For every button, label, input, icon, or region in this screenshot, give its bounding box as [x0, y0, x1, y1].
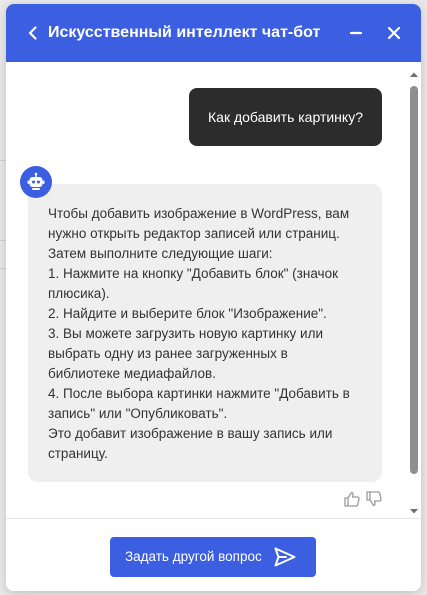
scroll-down-arrow-icon[interactable] — [407, 504, 421, 518]
robot-icon — [27, 172, 45, 190]
send-icon — [274, 547, 296, 567]
bot-message-line: 3. Вы можете загрузить новую картинку ил… — [48, 326, 323, 341]
ask-button-label: Задать другой вопрос — [125, 549, 262, 564]
thumbs-down-icon — [366, 491, 382, 507]
bot-message-line: запись" или "Опубликовать". — [48, 406, 228, 421]
user-message: Как добавить картинку? — [189, 88, 382, 146]
close-icon — [387, 26, 401, 40]
bot-message-line: выбрать одну из ранее загруженных в — [48, 346, 288, 361]
close-button[interactable] — [384, 23, 404, 43]
chat-title: Искусственный интеллект чат-бот — [48, 24, 321, 41]
like-button[interactable] — [343, 490, 361, 508]
bot-message-line: плюсика). — [48, 286, 110, 301]
ask-another-question-button[interactable]: Задать другой вопрос — [110, 537, 316, 577]
bot-avatar — [20, 166, 52, 198]
chevron-left-icon — [28, 26, 37, 40]
minimize-button[interactable] — [346, 23, 366, 43]
bot-message-line: Затем выполните следующие шаги: — [48, 246, 273, 261]
thumbs-up-icon — [344, 491, 360, 507]
minimize-icon — [349, 31, 363, 35]
back-button[interactable] — [23, 23, 43, 43]
message-list: Как добавить картинку? Чтобы добавить из… — [6, 62, 421, 518]
chat-header: Искусственный интеллект чат-бот — [6, 4, 421, 62]
scrollbar-thumb[interactable] — [410, 86, 418, 474]
chatbot-window: Искусственный интеллект чат-бот Как доба… — [6, 4, 421, 591]
scroll-up-arrow-icon[interactable] — [407, 68, 421, 82]
bot-message-line: библиотеке медиафайлов. — [48, 366, 216, 381]
bot-message-line: 4. После выбора картинки нажмите "Добави… — [48, 386, 350, 401]
bot-message-line: нужно открыть редактор записей или стран… — [48, 226, 340, 241]
bot-message-line: страницу. — [48, 446, 108, 461]
bot-message: Чтобы добавить изображение в WordPress, … — [28, 184, 382, 482]
bot-message-line: Чтобы добавить изображение в WordPress, … — [48, 206, 350, 221]
chat-footer: Задать другой вопрос — [6, 518, 421, 591]
dislike-button[interactable] — [365, 490, 383, 508]
bot-message-line: 1. Нажмите на кнопку "Добавить блок" (зн… — [48, 266, 338, 281]
scrollbar[interactable] — [407, 62, 421, 518]
bot-message-line: 2. Найдите и выберите блок "Изображение"… — [48, 306, 327, 321]
bot-message-line: Это добавит изображение в вашу запись ил… — [48, 426, 333, 441]
